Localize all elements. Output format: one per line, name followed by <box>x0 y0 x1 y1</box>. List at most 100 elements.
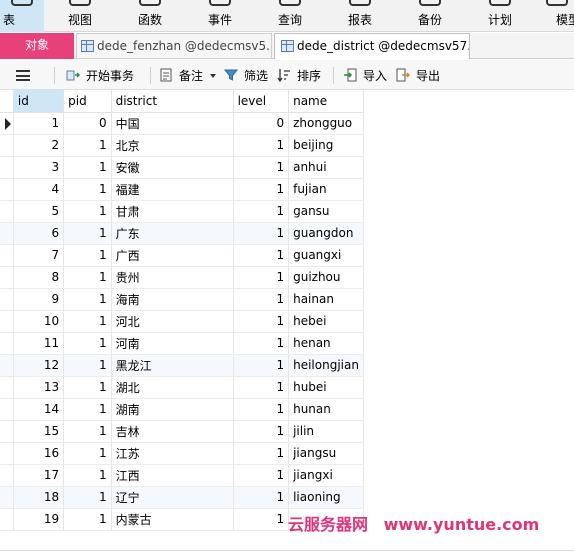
row-indicator[interactable] <box>0 508 14 531</box>
table-row[interactable]: 1 0 中国 0 zhongguo <box>0 112 364 135</box>
cell-level[interactable]: 1 <box>233 200 290 223</box>
row-indicator[interactable] <box>0 266 14 289</box>
cell-level[interactable]: 1 <box>233 332 290 355</box>
cell-level[interactable]: 1 <box>233 486 290 509</box>
cell-district[interactable]: 贵州 <box>111 266 234 289</box>
table-row[interactable]: 18 1 辽宁 1 liaoning <box>0 486 364 509</box>
cell-name[interactable]: beijing <box>288 134 364 157</box>
cell-id[interactable]: 7 <box>13 244 65 267</box>
cell-id[interactable]: 17 <box>13 464 65 487</box>
cell-id[interactable]: 8 <box>13 266 65 289</box>
cell-level[interactable]: 1 <box>233 376 290 399</box>
row-indicator[interactable] <box>0 332 14 355</box>
cell-name[interactable]: heilongjian <box>288 354 364 377</box>
cell-level[interactable]: 0 <box>233 112 290 135</box>
cell-level[interactable]: 1 <box>233 222 290 245</box>
row-indicator[interactable] <box>0 244 14 267</box>
cell-pid[interactable]: 1 <box>63 156 112 179</box>
cell-district[interactable]: 湖北 <box>111 376 234 399</box>
filter-button[interactable]: 筛选 <box>224 67 274 85</box>
cell-pid[interactable]: 1 <box>63 244 112 267</box>
begin-transaction-button[interactable]: 开始事务 <box>66 67 146 85</box>
cell-id[interactable]: 15 <box>13 420 65 443</box>
cell-district[interactable]: 海南 <box>111 288 234 311</box>
cell-level[interactable]: 1 <box>233 354 290 377</box>
tab-dede-fenzhan[interactable]: dede_fenzhan @dedecmsv5... <box>76 33 272 59</box>
cell-name[interactable]: anhui <box>288 156 364 179</box>
cell-district[interactable]: 安徽 <box>111 156 234 179</box>
ribbon-event-button[interactable]: 事件 <box>190 0 250 32</box>
cell-pid[interactable]: 1 <box>63 464 112 487</box>
menu-icon[interactable] <box>16 70 30 81</box>
table-row[interactable]: 16 1 江苏 1 jiangsu <box>0 442 364 465</box>
cell-level[interactable]: 1 <box>233 178 290 201</box>
ribbon-report-button[interactable]: 报表 <box>330 0 390 32</box>
cell-level[interactable]: 1 <box>233 244 290 267</box>
row-indicator[interactable] <box>0 288 14 311</box>
cell-name[interactable]: guangxi <box>288 244 364 267</box>
cell-district[interactable]: 河北 <box>111 310 234 333</box>
row-indicator[interactable] <box>0 442 14 465</box>
cell-district[interactable]: 福建 <box>111 178 234 201</box>
cell-pid[interactable]: 1 <box>63 134 112 157</box>
cell-district[interactable]: 辽宁 <box>111 486 234 509</box>
row-indicator[interactable] <box>0 112 14 135</box>
ribbon-table-button[interactable]: 表 <box>0 0 44 32</box>
cell-district[interactable]: 广东 <box>111 222 234 245</box>
row-indicator[interactable] <box>0 464 14 487</box>
cell-level[interactable]: 1 <box>233 266 290 289</box>
row-indicator[interactable] <box>0 200 14 223</box>
row-indicator[interactable] <box>0 376 14 399</box>
cell-name[interactable]: liaoning <box>288 486 364 509</box>
table-row[interactable]: 13 1 湖北 1 hubei <box>0 376 364 399</box>
table-row[interactable]: 3 1 安徽 1 anhui <box>0 156 364 179</box>
ribbon-view-button[interactable]: 视图 <box>50 0 110 32</box>
table-row[interactable]: 6 1 广东 1 guangdon <box>0 222 364 245</box>
cell-id[interactable]: 3 <box>13 156 65 179</box>
cell-name[interactable]: jilin <box>288 420 364 443</box>
cell-name[interactable]: hunan <box>288 398 364 421</box>
cell-name[interactable]: jiangsu <box>288 442 364 465</box>
table-row[interactable]: 4 1 福建 1 fujian <box>0 178 364 201</box>
tab-dede-district[interactable]: dede_district @dedecmsv57... <box>274 33 470 59</box>
cell-pid[interactable]: 1 <box>63 310 112 333</box>
tab-objects[interactable]: 对象 <box>0 33 74 59</box>
column-header-name[interactable]: name <box>288 90 364 113</box>
cell-id[interactable]: 16 <box>13 442 65 465</box>
cell-pid[interactable]: 1 <box>63 420 112 443</box>
cell-district[interactable]: 湖南 <box>111 398 234 421</box>
import-button[interactable]: 导入 <box>343 67 393 85</box>
table-row[interactable]: 2 1 北京 1 beijing <box>0 134 364 157</box>
cell-pid[interactable]: 1 <box>63 376 112 399</box>
ribbon-query-button[interactable]: 查询 <box>260 0 320 32</box>
cell-district[interactable]: 江西 <box>111 464 234 487</box>
table-row[interactable]: 12 1 黑龙江 1 heilongjian <box>0 354 364 377</box>
cell-id[interactable]: 5 <box>13 200 65 223</box>
cell-pid[interactable]: 1 <box>63 508 112 531</box>
table-row[interactable]: 8 1 贵州 1 guizhou <box>0 266 364 289</box>
cell-pid[interactable]: 1 <box>63 288 112 311</box>
cell-district[interactable]: 中国 <box>111 112 234 135</box>
cell-id[interactable]: 2 <box>13 134 65 157</box>
cell-district[interactable]: 吉林 <box>111 420 234 443</box>
cell-level[interactable]: 1 <box>233 464 290 487</box>
cell-pid[interactable]: 1 <box>63 486 112 509</box>
table-row[interactable]: 10 1 河北 1 hebei <box>0 310 364 333</box>
row-indicator[interactable] <box>0 134 14 157</box>
table-row[interactable]: 5 1 甘肃 1 gansu <box>0 200 364 223</box>
cell-id[interactable]: 18 <box>13 486 65 509</box>
cell-level[interactable]: 1 <box>233 508 290 531</box>
column-header-district[interactable]: district <box>111 90 234 113</box>
cell-pid[interactable]: 1 <box>63 442 112 465</box>
cell-id[interactable]: 10 <box>13 310 65 333</box>
sort-button[interactable]: 排序 <box>277 67 327 85</box>
cell-id[interactable]: 9 <box>13 288 65 311</box>
cell-level[interactable]: 1 <box>233 288 290 311</box>
column-header-level[interactable]: level <box>233 90 290 113</box>
ribbon-backup-button[interactable]: 备份 <box>400 0 460 32</box>
table-row[interactable]: 14 1 湖南 1 hunan <box>0 398 364 421</box>
row-indicator[interactable] <box>0 178 14 201</box>
cell-level[interactable]: 1 <box>233 156 290 179</box>
table-row[interactable]: 15 1 吉林 1 jilin <box>0 420 364 443</box>
cell-level[interactable]: 1 <box>233 442 290 465</box>
